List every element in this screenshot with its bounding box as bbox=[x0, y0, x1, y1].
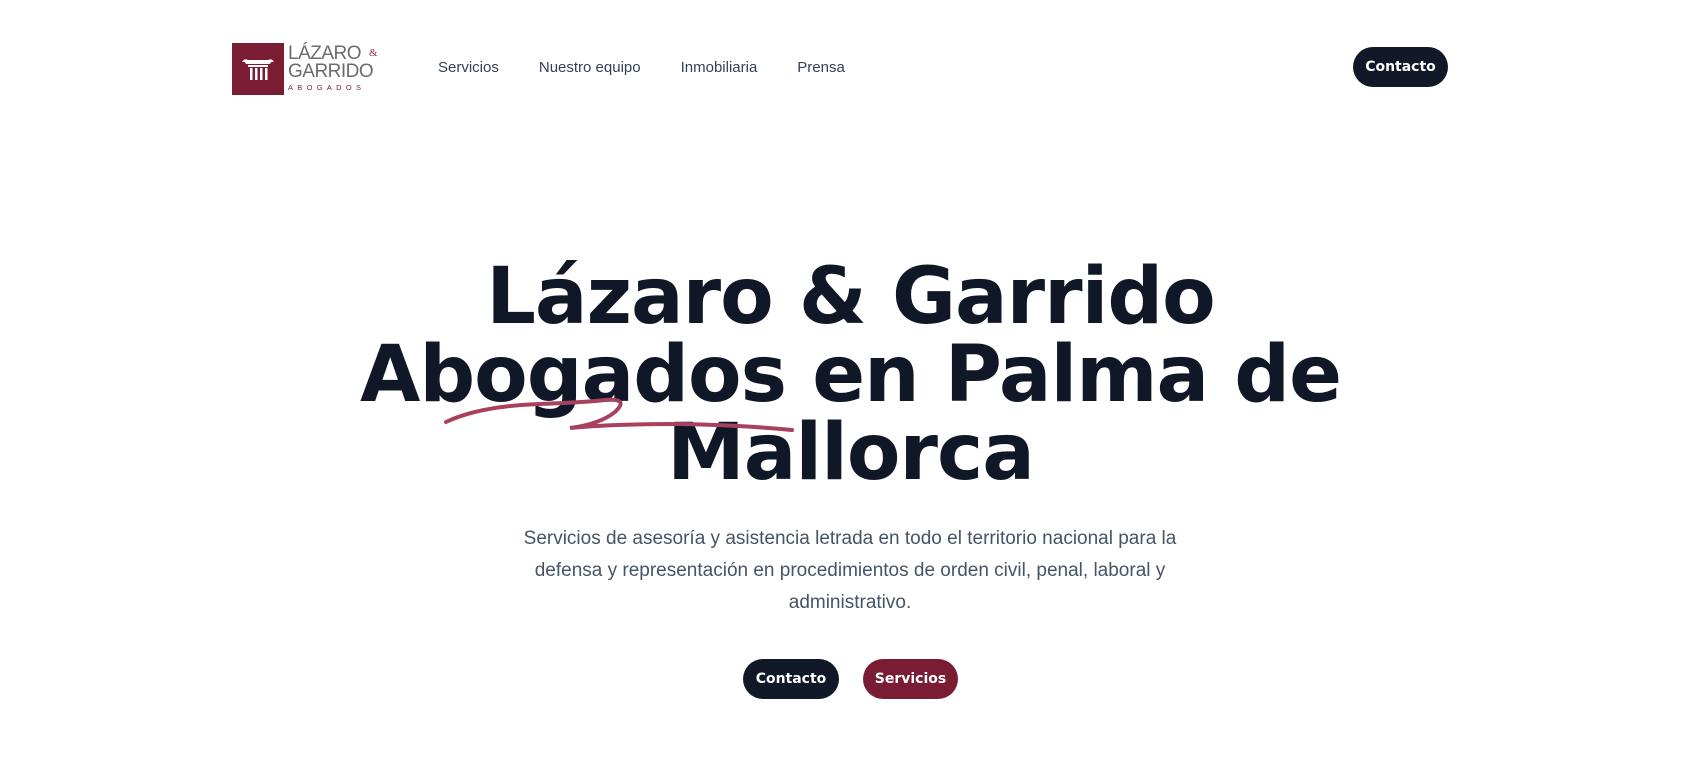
hero-title: Lázaro & Garrido Abogados en Palma de Ma… bbox=[0, 258, 1701, 492]
hero-services-button[interactable]: Servicios bbox=[863, 659, 958, 699]
site-header: LÁZARO & GARRIDO ABOGADOS Servicios Nues… bbox=[232, 40, 1448, 96]
column-icon bbox=[232, 43, 284, 95]
logo-ampersand: & bbox=[369, 47, 378, 59]
hero-title-line2: Abogados en Palma de bbox=[359, 330, 1342, 420]
nav-item-nuestro-equipo[interactable]: Nuestro equipo bbox=[539, 59, 641, 76]
logo-line-abogados: ABOGADOS bbox=[288, 83, 366, 92]
hero-subtitle: Servicios de asesoría y asistencia letra… bbox=[523, 528, 1177, 613]
nav-item-servicios[interactable]: Servicios bbox=[438, 59, 499, 76]
logo-wordmark: LÁZARO & GARRIDO ABOGADOS bbox=[287, 43, 387, 95]
logo-line-garrido: GARRIDO bbox=[288, 61, 374, 82]
landing-page: LÁZARO & GARRIDO ABOGADOS Servicios Nues… bbox=[0, 0, 1701, 759]
hero-title-line1: Lázaro & Garrido bbox=[486, 252, 1216, 342]
main-nav: Servicios Nuestro equipo Inmobiliaria Pr… bbox=[438, 40, 885, 94]
header-contact-button[interactable]: Contacto bbox=[1353, 47, 1448, 87]
nav-item-prensa[interactable]: Prensa bbox=[797, 59, 845, 76]
hero-title-line3: Mallorca bbox=[667, 408, 1035, 498]
hero-contact-button[interactable]: Contacto bbox=[743, 659, 839, 699]
site-logo[interactable]: LÁZARO & GARRIDO ABOGADOS bbox=[232, 42, 387, 96]
nav-item-inmobiliaria[interactable]: Inmobiliaria bbox=[681, 59, 758, 76]
hero-actions: Contacto Servicios bbox=[0, 659, 1701, 699]
